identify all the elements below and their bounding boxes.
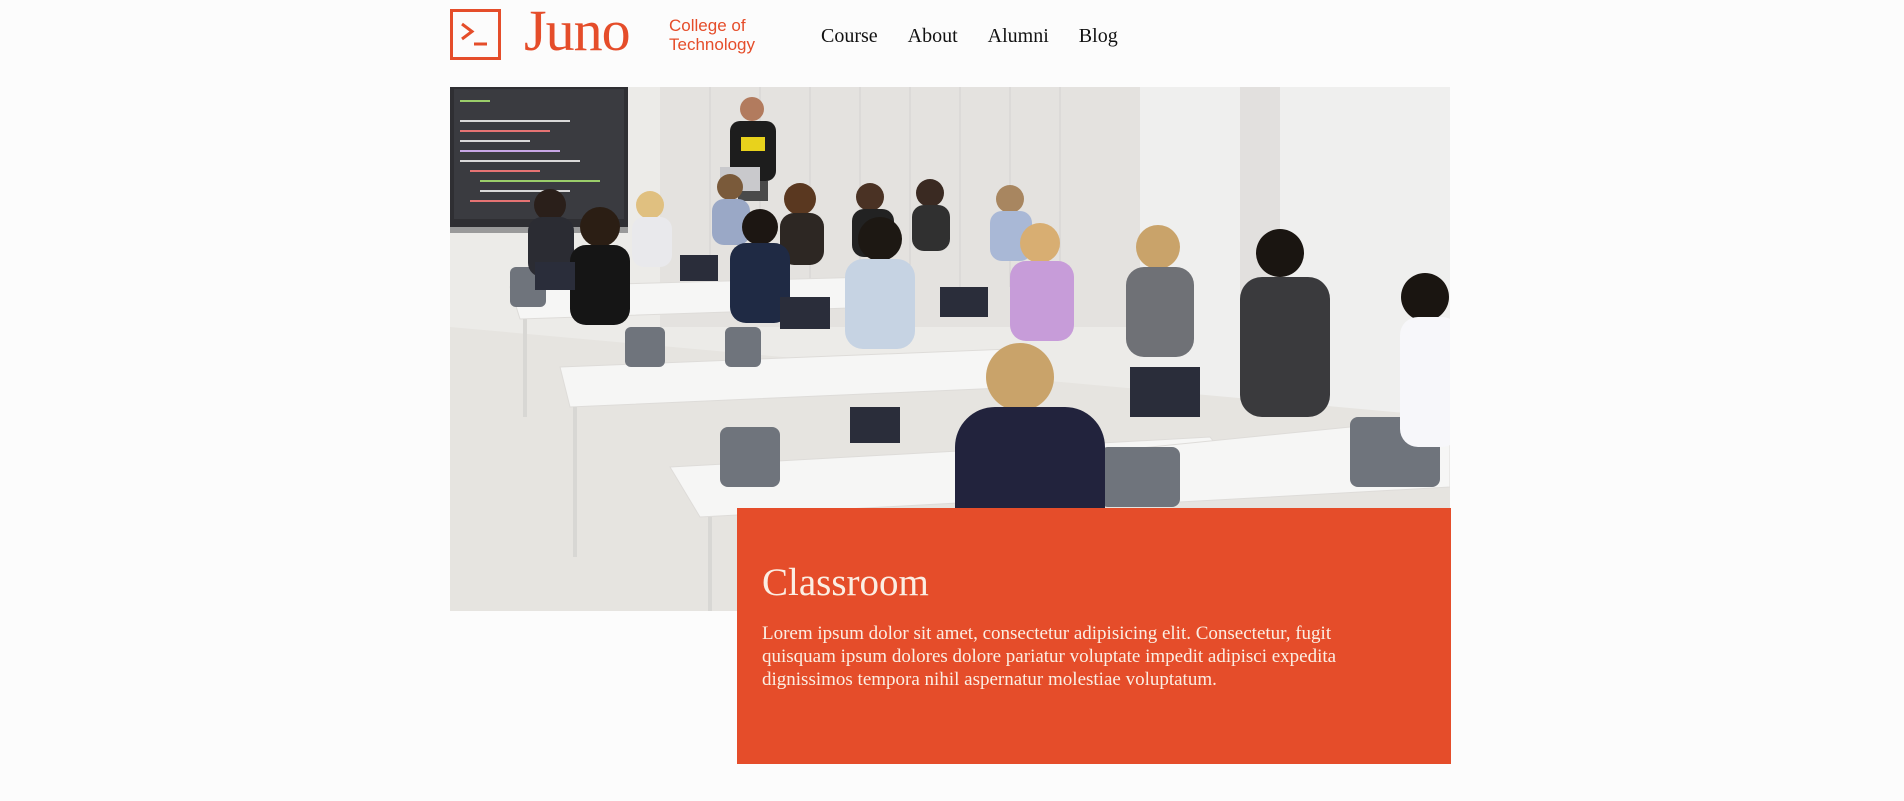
brand-tagline-line1: College of xyxy=(669,16,746,35)
nav-item-about[interactable]: About xyxy=(908,23,958,49)
page: Juno College of Technology Course About … xyxy=(0,0,1904,801)
brand-name: Juno xyxy=(524,0,631,63)
card-body: Lorem ipsum dolor sit amet, consectetur … xyxy=(762,623,1337,690)
nav-item-alumni[interactable]: Alumni xyxy=(988,23,1049,49)
brand-tagline-line2: Technology xyxy=(669,35,756,54)
classroom-card: Classroom Lorem ipsum dolor sit amet, co… xyxy=(737,508,1451,764)
site-header: Juno College of Technology Course About … xyxy=(450,0,1450,86)
nav-item-course[interactable]: Course xyxy=(821,23,878,49)
main-nav: Course About Alumni Blog xyxy=(821,23,1148,49)
terminal-prompt-icon xyxy=(461,22,487,46)
brand-tagline: College of Technology xyxy=(669,16,779,54)
card-title: Classroom xyxy=(762,561,929,604)
nav-item-blog[interactable]: Blog xyxy=(1079,23,1118,49)
logo-link[interactable] xyxy=(450,9,501,60)
